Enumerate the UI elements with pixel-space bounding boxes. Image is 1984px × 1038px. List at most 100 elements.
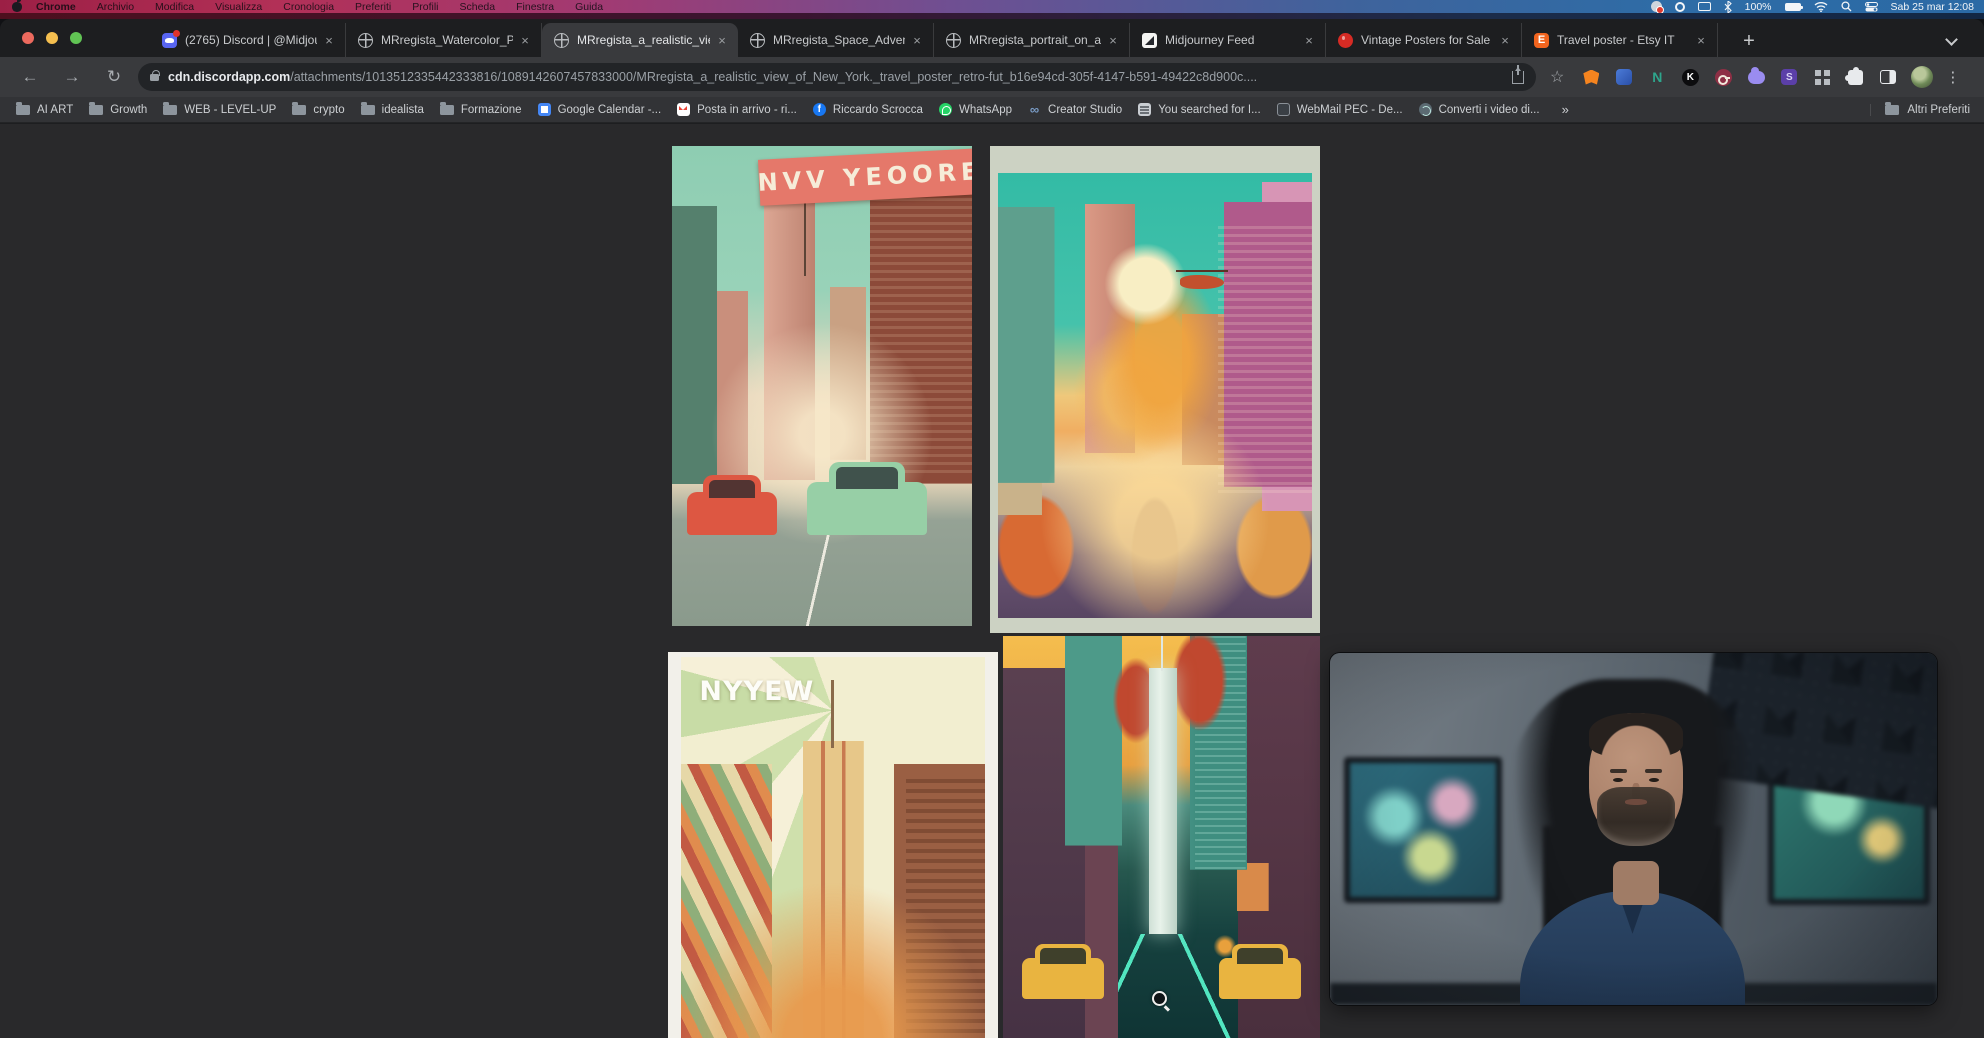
zoom-cursor bbox=[1152, 991, 1167, 1006]
profile-avatar[interactable] bbox=[1911, 66, 1933, 88]
metamask-extension-icon[interactable] bbox=[1583, 70, 1599, 85]
page-content-image-view[interactable]: NVV YEOORE NYYEW bbox=[0, 124, 1984, 1038]
reload-button[interactable]: ↻ bbox=[102, 67, 126, 87]
menubar-item-guida[interactable]: Guida bbox=[575, 1, 603, 13]
menubar-item-visualizza[interactable]: Visualizza bbox=[215, 1, 262, 13]
tab-etsy[interactable]: E Travel poster - Etsy IT × bbox=[1522, 23, 1718, 57]
bookmark-label: Riccardo Scrocca bbox=[833, 104, 923, 116]
menubar-item-archivio[interactable]: Archivio bbox=[97, 1, 134, 13]
menubar-clock[interactable]: Sab 25 mar 12:08 bbox=[1891, 1, 1974, 13]
bookmark-star-icon[interactable]: ☆ bbox=[1550, 67, 1564, 87]
tab-portrait[interactable]: MRregista_portrait_on_a_ × bbox=[934, 23, 1130, 57]
wifi-icon[interactable] bbox=[1814, 1, 1828, 12]
new-tab-button[interactable]: + bbox=[1735, 27, 1763, 55]
bookmark-folder-web-level-up[interactable]: WEB - LEVEL-UP bbox=[163, 104, 276, 116]
tab-search-chevron-icon[interactable] bbox=[1945, 33, 1958, 46]
close-tab-icon[interactable]: × bbox=[909, 32, 925, 48]
close-tab-icon[interactable]: × bbox=[1301, 32, 1317, 48]
minimize-window-button[interactable] bbox=[46, 32, 58, 44]
share-icon[interactable] bbox=[1512, 71, 1524, 84]
menubar-app-name[interactable]: Chrome bbox=[36, 1, 76, 13]
control-center-icon[interactable] bbox=[1865, 2, 1878, 12]
forward-button[interactable]: → bbox=[60, 67, 84, 87]
mint-vintage-car bbox=[807, 482, 927, 535]
globe-favicon bbox=[946, 33, 961, 48]
fullscreen-window-button[interactable] bbox=[70, 32, 82, 44]
folder-icon bbox=[292, 105, 306, 115]
menubar-item-scheda[interactable]: Scheda bbox=[460, 1, 496, 13]
menubar-item-modifica[interactable]: Modifica bbox=[155, 1, 194, 13]
s-extension-icon[interactable]: S bbox=[1781, 69, 1797, 85]
close-tab-icon[interactable]: × bbox=[714, 32, 730, 48]
tab-watercolor[interactable]: MRregista_Watercolor_Pa × bbox=[346, 23, 542, 57]
bookmark-facebook-profile[interactable]: fRiccardo Scrocca bbox=[813, 103, 923, 116]
globe-favicon bbox=[358, 33, 373, 48]
folder-icon bbox=[89, 105, 103, 115]
bookmark-label: You searched for I... bbox=[1158, 104, 1261, 116]
bookmark-label: Google Calendar -... bbox=[558, 104, 662, 116]
bookmark-folder-idealista[interactable]: idealista bbox=[361, 104, 424, 116]
notion-extension-icon[interactable]: N bbox=[1648, 68, 1666, 86]
menubar-item-profili[interactable]: Profili bbox=[412, 1, 438, 13]
bookmark-folder-ai-art[interactable]: AI ART bbox=[16, 104, 73, 116]
password-key-extension-icon[interactable] bbox=[1715, 69, 1732, 86]
bookmark-you-searched[interactable]: You searched for I... bbox=[1138, 103, 1261, 116]
bookmark-google-calendar[interactable]: Google Calendar -... bbox=[538, 103, 662, 116]
folder-icon bbox=[163, 105, 177, 115]
k-extension-icon[interactable]: K bbox=[1682, 69, 1699, 86]
side-panel-icon[interactable] bbox=[1880, 70, 1896, 84]
tab-midjourney-feed[interactable]: Midjourney Feed × bbox=[1130, 23, 1326, 57]
close-tab-icon[interactable]: × bbox=[1693, 32, 1709, 48]
close-window-button[interactable] bbox=[22, 32, 34, 44]
globe-favicon bbox=[750, 33, 765, 48]
close-tab-icon[interactable]: × bbox=[321, 32, 337, 48]
tab-realistic-view-active[interactable]: MRregista_a_realistic_vie × bbox=[542, 23, 738, 57]
other-bookmarks[interactable]: Altri Preferiti bbox=[1870, 104, 1984, 116]
folder-icon bbox=[1885, 105, 1899, 115]
chrome-menu-kebab-icon[interactable]: ⋮ bbox=[1945, 68, 1960, 86]
bluetooth-icon[interactable] bbox=[1724, 1, 1732, 13]
extensions-puzzle-icon[interactable] bbox=[1848, 70, 1863, 85]
apple-menu-icon[interactable] bbox=[12, 2, 22, 12]
bookmark-label: Posta in arrivo - ri... bbox=[697, 104, 797, 116]
close-tab-icon[interactable]: × bbox=[517, 32, 533, 48]
camera-app-icon[interactable] bbox=[1675, 2, 1685, 12]
vintage-posters-favicon bbox=[1338, 33, 1353, 48]
menubar-item-preferiti[interactable]: Preferiti bbox=[355, 1, 391, 13]
tab-vintage-posters[interactable]: Vintage Posters for Sale | × bbox=[1326, 23, 1522, 57]
close-tab-icon[interactable]: × bbox=[1105, 32, 1121, 48]
poster-title-text: NYYEW bbox=[699, 676, 814, 707]
folder-icon bbox=[16, 105, 30, 115]
lock-icon[interactable] bbox=[150, 74, 159, 81]
wallet-extension-icon[interactable] bbox=[1616, 69, 1632, 85]
desktop: Chrome Archivio Modifica Visualizza Cron… bbox=[0, 0, 1984, 1038]
bookmark-webmail-pec[interactable]: WebMail PEC - De... bbox=[1277, 103, 1403, 116]
address-bar[interactable]: cdn.discordapp.com /attachments/10135123… bbox=[138, 63, 1536, 91]
back-button[interactable]: ← bbox=[18, 67, 42, 87]
folder-icon bbox=[440, 105, 454, 115]
folder-icon bbox=[361, 105, 375, 115]
url-path: /attachments/1013512335442333816/1089142… bbox=[290, 70, 1504, 84]
spotlight-search-icon[interactable] bbox=[1841, 1, 1852, 12]
menubar-item-finestra[interactable]: Finestra bbox=[516, 1, 554, 13]
cloud-extension-icon[interactable] bbox=[1748, 71, 1765, 84]
screen-record-icon[interactable] bbox=[1651, 1, 1662, 12]
tab-space-adventure[interactable]: MRregista_Space_Advent × bbox=[738, 23, 934, 57]
bookmark-creator-studio[interactable]: ∞Creator Studio bbox=[1028, 103, 1122, 116]
bookmark-gmail-inbox[interactable]: Posta in arrivo - ri... bbox=[677, 103, 797, 116]
bookmark-folder-crypto[interactable]: crypto bbox=[292, 104, 344, 116]
menubar-item-cronologia[interactable]: Cronologia bbox=[283, 1, 334, 13]
grid-extension-icon[interactable] bbox=[1815, 70, 1830, 85]
bookmark-folder-formazione[interactable]: Formazione bbox=[440, 104, 522, 116]
bookmark-label: WhatsApp bbox=[959, 104, 1012, 116]
tab-discord[interactable]: (2765) Discord | @Midjou × bbox=[150, 23, 346, 57]
bookmarks-overflow-chevrons[interactable]: » bbox=[1562, 102, 1569, 117]
tab-label: Midjourney Feed bbox=[1165, 33, 1297, 47]
bookmark-folder-growth[interactable]: Growth bbox=[89, 104, 147, 116]
bookmark-video-converter[interactable]: Converti i video di... bbox=[1419, 103, 1540, 116]
close-tab-icon[interactable]: × bbox=[1497, 32, 1513, 48]
google-calendar-icon bbox=[538, 103, 551, 116]
tab-label: MRregista_portrait_on_a_ bbox=[969, 33, 1101, 47]
bookmark-whatsapp[interactable]: WhatsApp bbox=[939, 103, 1012, 116]
display-mirroring-icon[interactable] bbox=[1698, 2, 1711, 11]
